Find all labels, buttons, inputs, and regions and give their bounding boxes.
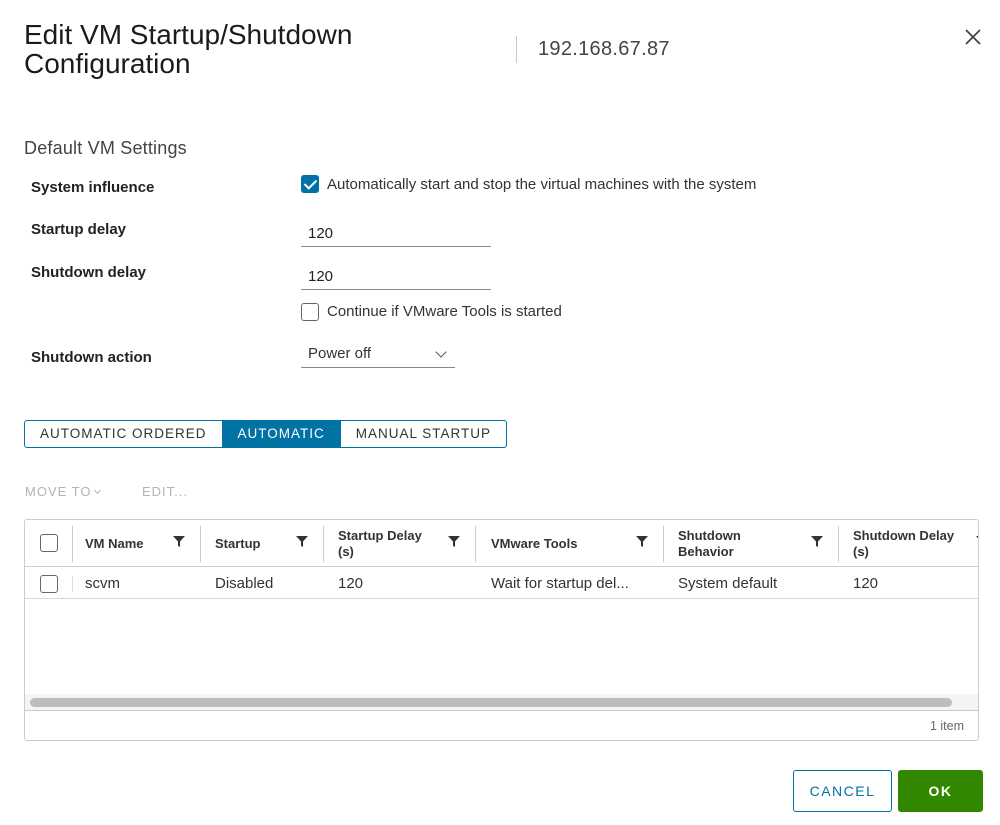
cell-vm-name: scvm: [85, 575, 120, 592]
filter-icon[interactable]: [976, 534, 978, 545]
chevron-down-icon: [435, 346, 447, 358]
column-header-startup[interactable]: Startup: [215, 520, 295, 567]
vm-grid: VM Name Startup Startup Delay (s) VMware…: [24, 519, 979, 741]
startup-delay-label: Startup delay: [31, 221, 127, 238]
title-divider: [516, 36, 517, 63]
chevron-down-icon: [94, 486, 102, 495]
table-row[interactable]: scvm Disabled 120 Wait for startup del..…: [25, 568, 978, 599]
grid-header: VM Name Startup Startup Delay (s) VMware…: [25, 520, 978, 567]
column-header-shutdown-behavior[interactable]: Shutdown Behavior: [678, 520, 758, 567]
column-header-startup-delay[interactable]: Startup Delay (s): [338, 520, 438, 567]
host-address: 192.168.67.87: [538, 38, 670, 60]
auto-start-checkbox[interactable]: [301, 175, 319, 193]
column-divider: [475, 526, 476, 562]
shutdown-action-select[interactable]: Power off: [301, 340, 455, 368]
move-to-button[interactable]: MOVE TO: [25, 484, 102, 499]
move-to-label: MOVE TO: [25, 484, 92, 499]
shutdown-action-value: Power off: [308, 345, 372, 362]
startup-delay-input[interactable]: [301, 221, 491, 247]
grid-footer: 1 item: [25, 710, 978, 740]
section-title: Default VM Settings: [24, 138, 187, 158]
cell-startup: Disabled: [215, 575, 274, 592]
startup-mode-tabs: AUTOMATIC ORDERED AUTOMATIC MANUAL START…: [24, 420, 508, 448]
filter-icon[interactable]: [636, 534, 648, 547]
edit-button[interactable]: EDIT...: [142, 484, 188, 499]
cell-vmware-tools: Wait for startup del...: [491, 575, 629, 592]
cancel-button[interactable]: CANCEL: [793, 770, 892, 812]
column-header-vmware-tools[interactable]: VMware Tools: [491, 520, 631, 567]
column-divider: [200, 526, 201, 562]
continue-tools-text: Continue if VMware Tools is started: [327, 303, 562, 320]
horizontal-scrollbar[interactable]: [25, 694, 978, 710]
auto-start-text: Automatically start and stop the virtual…: [327, 176, 757, 193]
filter-icon[interactable]: [448, 534, 460, 547]
close-icon[interactable]: [962, 26, 984, 48]
column-divider: [72, 576, 73, 592]
tab-automatic-ordered[interactable]: AUTOMATIC ORDERED: [25, 421, 223, 447]
filter-icon[interactable]: [173, 534, 185, 547]
ok-button[interactable]: OK: [898, 770, 983, 812]
cell-startup-delay: 120: [338, 575, 364, 592]
column-divider: [838, 526, 839, 562]
system-influence-label: System influence: [31, 179, 155, 196]
continue-tools-checkbox[interactable]: [301, 303, 319, 321]
tab-automatic[interactable]: AUTOMATIC: [222, 421, 341, 447]
scrollbar-thumb[interactable]: [30, 698, 952, 707]
filter-icon[interactable]: [811, 534, 823, 547]
shutdown-delay-input[interactable]: [301, 264, 491, 290]
column-divider: [72, 526, 73, 562]
cell-shutdown-behavior: System default: [678, 575, 778, 592]
shutdown-action-label: Shutdown action: [31, 349, 152, 366]
filter-icon[interactable]: [296, 534, 308, 547]
cell-shutdown-delay: 120: [853, 575, 879, 592]
dialog-title: Edit VM Startup/Shutdown Configuration: [24, 19, 353, 79]
shutdown-delay-label: Shutdown delay: [31, 264, 147, 281]
select-all-checkbox[interactable]: [40, 534, 58, 552]
column-header-shutdown-delay[interactable]: Shutdown Delay (s): [853, 520, 968, 567]
column-divider: [663, 526, 664, 562]
item-count: 1 item: [929, 719, 964, 733]
row-checkbox[interactable]: [40, 575, 58, 593]
column-divider: [323, 526, 324, 562]
tab-manual-startup[interactable]: MANUAL STARTUP: [341, 421, 506, 447]
